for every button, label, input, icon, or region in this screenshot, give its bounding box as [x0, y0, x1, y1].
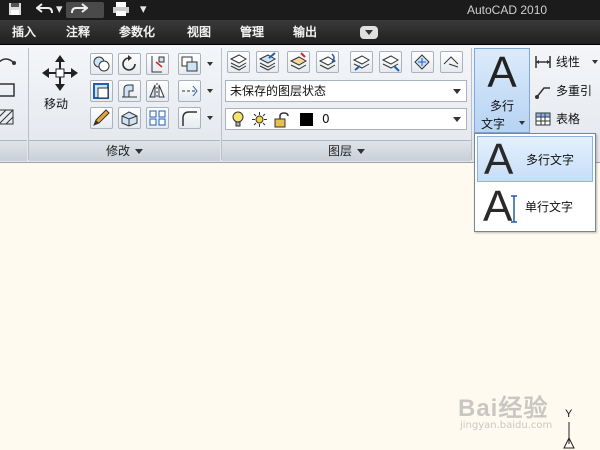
- ucs-icon: Y: [560, 408, 580, 450]
- move-tool[interactable]: 移动: [36, 53, 82, 117]
- layer-change-icon[interactable]: [379, 51, 402, 73]
- tab-output[interactable]: 输出: [293, 20, 317, 45]
- quick-access-menu-icon[interactable]: ▾: [140, 2, 147, 18]
- mirror-rect-icon[interactable]: [90, 80, 113, 102]
- tab-view[interactable]: 视图: [187, 20, 211, 45]
- hatch-partial-icon[interactable]: [0, 107, 19, 129]
- layer-state-icon[interactable]: [256, 51, 279, 73]
- tab-parametric[interactable]: 参数化: [119, 20, 155, 45]
- fillet-dropdown-icon[interactable]: [207, 116, 213, 120]
- layer-off-icon[interactable]: [440, 51, 463, 73]
- text-dropdown-icon: [519, 121, 525, 125]
- text-split-button[interactable]: A 多行 文字: [474, 48, 530, 133]
- erase-icon[interactable]: [178, 53, 201, 75]
- modify-panel-expand-icon: [135, 149, 143, 154]
- multiline-text-icon: A: [484, 135, 514, 184]
- app-title: AutoCAD 2010: [467, 3, 548, 17]
- mirror-icon[interactable]: [146, 80, 169, 102]
- text-button-label-line2: 文字: [481, 117, 506, 131]
- layer-properties-icon[interactable]: [227, 51, 250, 73]
- draw-panel-title[interactable]: [0, 140, 27, 161]
- ucs-y-label: Y: [565, 408, 573, 420]
- trim-icon[interactable]: [146, 53, 169, 75]
- layer-match-icon[interactable]: [350, 51, 373, 73]
- copy-icon[interactable]: [90, 53, 113, 75]
- lock-icon[interactable]: [273, 111, 290, 134]
- linear-dimension-label: 线性: [556, 55, 581, 69]
- stretch-icon[interactable]: [118, 80, 141, 102]
- undo-dropdown-icon[interactable]: ▾: [56, 2, 63, 18]
- layer-freeze-icon[interactable]: [411, 51, 434, 73]
- current-layer-name: 0: [322, 112, 330, 126]
- sun-icon[interactable]: [251, 111, 268, 134]
- ucs-arrow-icon: [563, 422, 575, 449]
- watermark-logo: Bai经验: [458, 395, 549, 422]
- text-cursor-icon: [511, 195, 517, 223]
- scale-icon[interactable]: [118, 107, 141, 129]
- layer-state-value: 未保存的图层状态: [230, 84, 327, 98]
- watermark: Bai经验 jingyan.baidu.com: [458, 388, 570, 436]
- menu-item-label: 单行文字: [525, 200, 574, 214]
- multileader-icon: [535, 87, 550, 99]
- table-icon: [535, 112, 551, 126]
- layers-panel-label: 图层: [327, 144, 352, 158]
- linear-dimension-icon: [535, 56, 551, 68]
- panel-separator: [471, 48, 472, 160]
- text-button-label-line1: 多行: [489, 99, 514, 113]
- layer-select[interactable]: 0: [225, 108, 467, 130]
- layer-color-swatch: [300, 113, 313, 126]
- chevron-down-icon: [453, 89, 461, 94]
- menu-item-multiline-text[interactable]: A 多行文字: [477, 135, 593, 184]
- menu-item-single-line-text[interactable]: A 单行文字: [477, 184, 593, 230]
- save-icon[interactable]: [8, 2, 22, 18]
- menu-item-label: 多行文字: [526, 153, 575, 167]
- text-a-icon: A: [487, 48, 517, 97]
- pencil-icon[interactable]: [90, 107, 113, 129]
- erase-dropdown-icon[interactable]: [207, 62, 213, 66]
- text-dropdown-menu: A 多行文字 A 单行文字: [474, 133, 596, 232]
- title-bar: ▾ ▾ AutoCAD 2010: [0, 0, 600, 20]
- print-icon[interactable]: [112, 2, 130, 18]
- redo-icon[interactable]: [66, 2, 104, 18]
- explode-dropdown-icon[interactable]: [207, 89, 213, 93]
- chevron-down-icon: [453, 117, 461, 122]
- light-bulb-icon[interactable]: [231, 111, 245, 134]
- layer-isolate-icon[interactable]: [287, 51, 310, 73]
- undo-icon[interactable]: [35, 2, 54, 18]
- fillet-icon[interactable]: [178, 107, 201, 129]
- modify-panel-label: 修改: [105, 144, 130, 158]
- single-line-text-icon: A: [483, 182, 513, 231]
- move-label: 移动: [44, 97, 69, 111]
- watermark-url: jingyan.baidu.com: [460, 420, 553, 431]
- multileader-label: 多重引: [556, 84, 593, 98]
- ribbon-minimize-button[interactable]: [360, 26, 378, 39]
- rectangle-partial-icon[interactable]: [0, 80, 19, 102]
- tab-manage[interactable]: 管理: [240, 20, 264, 45]
- layer-unisolate-icon[interactable]: [316, 51, 339, 73]
- rotate-partial-icon[interactable]: [0, 53, 19, 75]
- layers-panel-expand-icon: [357, 149, 365, 154]
- table-label: 表格: [556, 112, 581, 126]
- linear-dropdown-icon[interactable]: [592, 60, 598, 64]
- ribbon-tab-bar: 插入 注释 参数化 视图 管理 输出: [0, 20, 600, 45]
- move-arrows-icon: [42, 55, 78, 91]
- tab-annotate[interactable]: 注释: [66, 20, 90, 45]
- tab-insert[interactable]: 插入: [12, 20, 36, 45]
- modify-panel-title[interactable]: 修改: [29, 140, 220, 161]
- layers-panel-title[interactable]: 图层: [222, 140, 471, 161]
- explode-icon[interactable]: [178, 80, 201, 102]
- layer-state-select[interactable]: 未保存的图层状态: [225, 80, 467, 102]
- rotate-icon[interactable]: [118, 53, 141, 75]
- array-icon[interactable]: [146, 107, 169, 129]
